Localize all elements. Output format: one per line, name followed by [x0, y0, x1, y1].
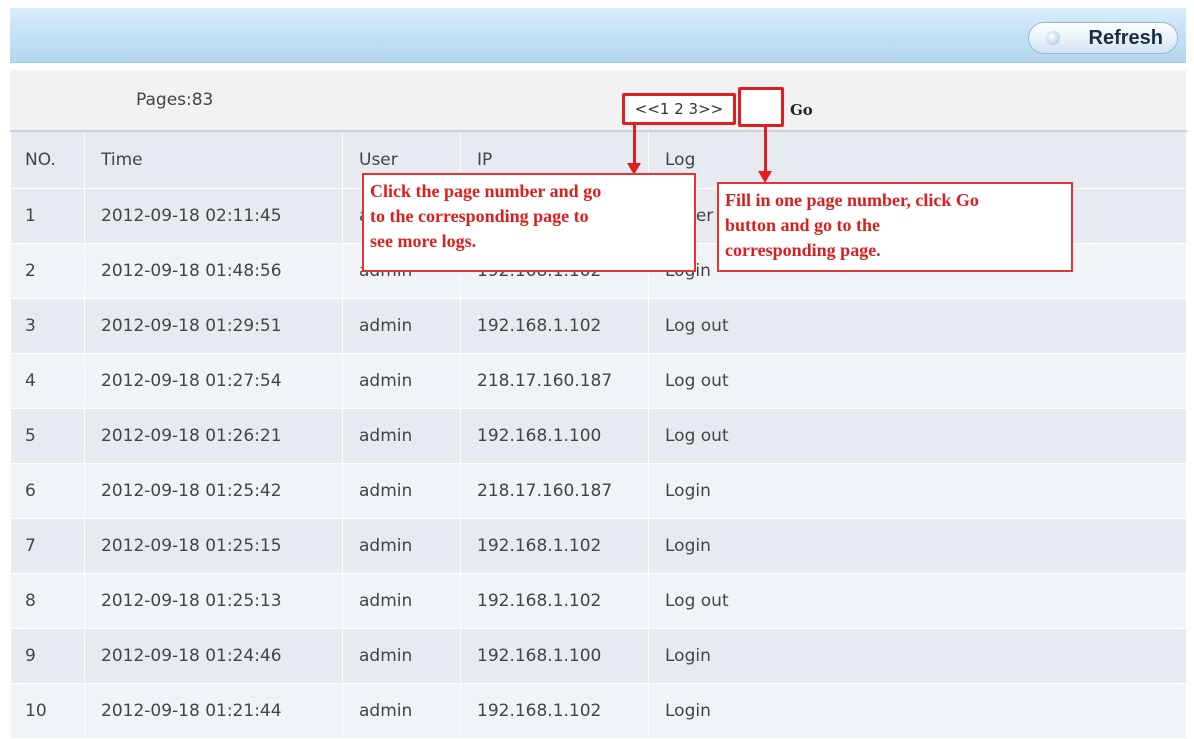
cell-no: 8: [10, 573, 85, 629]
page-link-2[interactable]: 2: [674, 100, 684, 118]
header-time: Time: [84, 130, 343, 189]
cell-log: Login: [648, 518, 1187, 574]
cell-log: Login: [648, 463, 1187, 519]
page-number-links: <<1 2 3>>: [622, 93, 736, 125]
cell-no: 4: [10, 353, 85, 409]
go-button-callout: Fill in one page number, click Go button…: [717, 182, 1073, 272]
cell-ip: 192.168.1.102: [460, 683, 649, 739]
callout-line: Fill in one page number, click Go: [725, 190, 979, 210]
cell-log: Log out: [648, 353, 1187, 409]
cell-time: 2012-09-18 01:26:21: [84, 408, 343, 464]
cell-user: admin: [342, 683, 461, 739]
table-row: 10 2012-09-18 01:21:44 admin 192.168.1.102 L…: [10, 683, 1187, 739]
refresh-icon: [1046, 31, 1060, 45]
goto-page-input[interactable]: [738, 87, 784, 127]
page-number-callout: Click the page number and go to the corr…: [362, 173, 696, 272]
table-row: 3 2012-09-18 01:29:51 admin 192.168.1.102 Lo…: [10, 298, 1187, 354]
callout-line: corresponding page.: [725, 240, 881, 260]
callout-line: see more logs.: [370, 231, 477, 251]
cell-ip: 192.168.1.100: [460, 408, 649, 464]
cell-log: Log out: [648, 573, 1187, 629]
go-button[interactable]: Go: [790, 101, 813, 119]
pages-count: Pages:83: [136, 90, 214, 110]
cell-log: Login: [648, 683, 1187, 739]
table-row: 6 2012-09-18 01:25:42 admin 218.17.160.187 L…: [10, 463, 1187, 519]
cell-user: admin: [342, 298, 461, 354]
cell-user: admin: [342, 408, 461, 464]
cell-user: admin: [342, 573, 461, 629]
cell-time: 2012-09-18 01:25:13: [84, 573, 343, 629]
next-pages-link[interactable]: >>: [698, 100, 723, 118]
cell-user: admin: [342, 463, 461, 519]
table-row: 7 2012-09-18 01:25:15 admin 192.168.1.102 Lo…: [10, 518, 1187, 574]
cell-ip: 218.17.160.187: [460, 463, 649, 519]
header-log: Log: [648, 130, 1187, 189]
toolbar: Refresh: [10, 8, 1186, 63]
cell-ip: 192.168.1.102: [460, 518, 649, 574]
cell-time: 2012-09-18 01:29:51: [84, 298, 343, 354]
cell-time: 2012-09-18 02:11:45: [84, 188, 343, 244]
cell-user: admin: [342, 353, 461, 409]
table-row: 8 2012-09-18 01:25:13 admin 192.168.1.102 Lo…: [10, 573, 1187, 629]
cell-log: Log out: [648, 298, 1187, 354]
table-row: 9 2012-09-18 01:24:46 admin 192.168.1.100 Lo…: [10, 628, 1187, 684]
cell-user: admin: [342, 628, 461, 684]
cell-no: 9: [10, 628, 85, 684]
cell-ip: 218.17.160.187: [460, 353, 649, 409]
cell-no: 6: [10, 463, 85, 519]
prev-pages-link[interactable]: <<: [635, 100, 660, 118]
cell-user: admin: [342, 518, 461, 574]
callout-line: button and go to the: [725, 215, 881, 235]
cell-no: 10: [10, 683, 85, 739]
cell-no: 3: [10, 298, 85, 354]
cell-no: 7: [10, 518, 85, 574]
cell-time: 2012-09-18 01:21:44: [84, 683, 343, 739]
cell-log: Login: [648, 628, 1187, 684]
cell-time: 2012-09-18 01:27:54: [84, 353, 343, 409]
cell-ip: 192.168.1.100: [460, 628, 649, 684]
cell-no: 5: [10, 408, 85, 464]
refresh-label: Refresh: [1088, 26, 1163, 49]
cell-log: Log out: [648, 408, 1187, 464]
cell-time: 2012-09-18 01:25:42: [84, 463, 343, 519]
arrow-to-go-callout: [758, 127, 772, 183]
table-row: 4 2012-09-18 01:27:54 admin 218.17.160.187 L…: [10, 353, 1187, 409]
page-link-3[interactable]: 3: [689, 100, 699, 118]
callout-line: to the corresponding page to: [370, 206, 589, 226]
cell-time: 2012-09-18 01:25:15: [84, 518, 343, 574]
cell-ip: 192.168.1.102: [460, 573, 649, 629]
cell-time: 2012-09-18 01:48:56: [84, 243, 343, 299]
cell-no: 2: [10, 243, 85, 299]
callout-line: Click the page number and go: [370, 181, 602, 201]
page-link-1[interactable]: 1: [660, 100, 670, 118]
table-row: 5 2012-09-18 01:26:21 admin 192.168.1.100 Lo…: [10, 408, 1187, 464]
cell-no: 1: [10, 188, 85, 244]
refresh-button[interactable]: Refresh: [1028, 22, 1178, 54]
cell-ip: 192.168.1.102: [460, 298, 649, 354]
header-no: NO.: [10, 130, 85, 189]
arrow-to-page-callout: [627, 125, 641, 175]
cell-time: 2012-09-18 01:24:46: [84, 628, 343, 684]
